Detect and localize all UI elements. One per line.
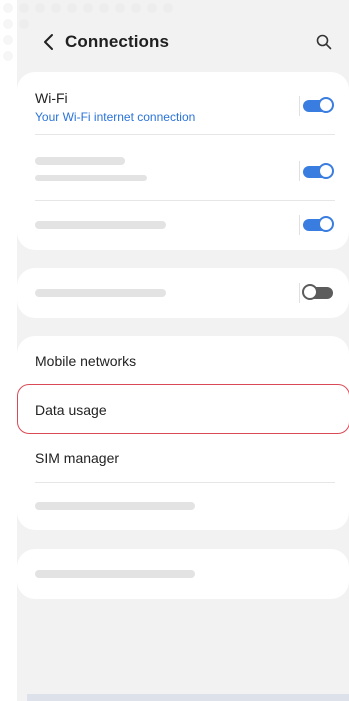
sim-manager-label: SIM manager [35,450,120,466]
placeholder-toggle-1[interactable] [301,163,335,181]
wifi-toggle[interactable] [301,97,335,115]
wifi-sublabel: Your Wi-Fi internet connection [35,110,196,124]
vertical-separator [299,283,300,303]
data-usage-label: Data usage [35,402,107,418]
placeholder-row-1[interactable] [17,135,349,201]
wifi-label: Wi-Fi [35,90,68,106]
placeholder-title [35,289,166,297]
connections-card-menu: Mobile networks Data usage SIM manager [17,336,349,530]
vertical-separator [299,161,300,181]
placeholder-toggle-3[interactable] [301,284,335,302]
placeholder-row-2[interactable] [17,201,349,250]
placeholder-toggle-2[interactable] [301,216,335,234]
placeholder-row-5[interactable] [17,549,349,599]
placeholder-subtitle [35,175,147,181]
data-usage-row[interactable]: Data usage [17,384,349,434]
placeholder-title [35,157,125,165]
bottom-edge-bar [27,694,349,701]
sim-manager-row[interactable]: SIM manager [17,434,349,482]
vertical-separator [299,215,300,235]
connections-card-extra [17,549,349,599]
connections-card-secondary [17,268,349,318]
placeholder-title [35,502,195,510]
vertical-separator [299,96,300,116]
placeholder-title [35,221,166,229]
placeholder-row-4[interactable] [17,483,349,530]
wifi-row[interactable]: Wi-Fi Your Wi-Fi internet connection [17,72,349,132]
placeholder-title [35,570,195,578]
chevron-left-icon[interactable] [41,32,57,52]
search-icon[interactable] [315,33,333,51]
page-title: Connections [65,32,170,51]
mobile-networks-row[interactable]: Mobile networks [17,336,349,384]
placeholder-row-3[interactable] [17,268,349,318]
mobile-networks-label: Mobile networks [35,353,137,369]
connections-card-primary: Wi-Fi Your Wi-Fi internet connection [17,72,349,250]
